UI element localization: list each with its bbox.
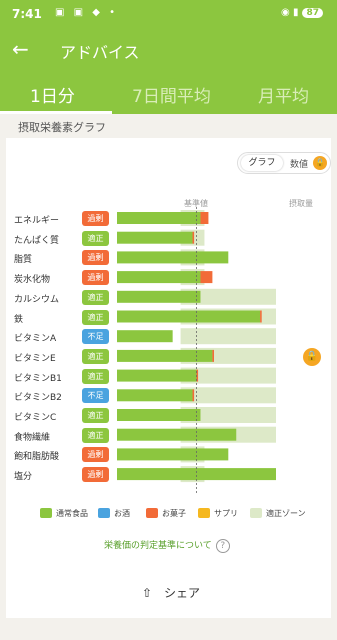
bar-segment bbox=[192, 231, 195, 244]
status-badge: 適正 bbox=[82, 427, 109, 443]
status-badge: 不足 bbox=[82, 388, 109, 404]
status-badge: 過剰 bbox=[82, 250, 109, 266]
nutrient-label: ビタミンB1 bbox=[14, 373, 62, 384]
bar-segment bbox=[117, 428, 237, 441]
appropriate-zone bbox=[180, 387, 276, 404]
question-icon[interactable]: ? bbox=[215, 538, 230, 553]
criteria-link-text[interactable]: 栄養価の判定基準について bbox=[104, 541, 212, 551]
legend-item: 通常食品 bbox=[40, 508, 88, 519]
legend-swatch bbox=[250, 508, 262, 518]
nutrient-label: 鉄 bbox=[14, 314, 24, 325]
legend-swatch bbox=[98, 508, 110, 518]
nutrient-label: ビタミンA bbox=[14, 334, 57, 345]
bar-segment bbox=[200, 271, 213, 284]
share-button[interactable]: ⇧ シェア bbox=[142, 584, 200, 601]
status-badge: 過剰 bbox=[82, 447, 109, 463]
legend-label: サプリ bbox=[214, 509, 238, 518]
bar-segment bbox=[117, 389, 193, 402]
legend-label: お酒 bbox=[114, 509, 130, 518]
bar-segment bbox=[260, 310, 262, 323]
nutrient-label: エネルギー bbox=[14, 216, 60, 226]
status-badge: 適正 bbox=[82, 309, 109, 325]
criteria-link[interactable]: 栄養価の判定基準について? bbox=[104, 538, 230, 553]
status-badge: 適正 bbox=[82, 408, 109, 423]
share-label: シェア bbox=[164, 586, 201, 600]
share-icon: ⇧ bbox=[142, 586, 153, 600]
bar-segment bbox=[117, 468, 276, 481]
bar-segment bbox=[117, 330, 173, 343]
status-badge: 適正 bbox=[82, 289, 109, 305]
bar-segment bbox=[117, 271, 201, 284]
legend-item: 適正ゾーン bbox=[250, 508, 306, 519]
nutrient-label: ビタミンB2 bbox=[14, 393, 62, 404]
bar-segment bbox=[117, 349, 213, 362]
bar-segment bbox=[117, 409, 201, 421]
bar-segment bbox=[117, 310, 261, 323]
legend-label: 通常食品 bbox=[56, 509, 88, 518]
status-badge: 適正 bbox=[82, 230, 109, 246]
nutrient-label: 脂質 bbox=[14, 255, 33, 266]
nutrient-label: ビタミンC bbox=[14, 413, 57, 423]
legend-swatch bbox=[40, 508, 52, 518]
bar-segment bbox=[192, 389, 195, 402]
nutrient-label: 塩分 bbox=[14, 472, 33, 483]
nutrient-label: 飽和脂肪酸 bbox=[14, 452, 60, 463]
status-badge: 適正 bbox=[82, 348, 109, 364]
nutrient-label: たんぱく質 bbox=[14, 235, 60, 246]
legend-item: お酒 bbox=[98, 508, 130, 519]
nutrient-label: ビタミンE bbox=[14, 353, 56, 364]
legend-label: お菓子 bbox=[162, 509, 186, 518]
lock-icon[interactable]: 🔒 bbox=[303, 348, 321, 366]
legend-label: 適正ゾーン bbox=[266, 509, 306, 518]
status-badge: 過剰 bbox=[82, 467, 109, 483]
legend-swatch bbox=[198, 508, 210, 518]
appropriate-zone bbox=[180, 328, 276, 345]
nutrient-label: 食物繊維 bbox=[14, 432, 51, 443]
bar-segment bbox=[117, 369, 197, 382]
bar-segment bbox=[117, 448, 229, 461]
bar-segment bbox=[117, 251, 229, 264]
legend-item: お菓子 bbox=[146, 508, 186, 519]
bar-segment bbox=[200, 212, 209, 224]
legend-swatch bbox=[146, 508, 158, 518]
bar-segment bbox=[212, 349, 214, 362]
status-badge: 過剰 bbox=[82, 270, 109, 286]
status-badge: 適正 bbox=[82, 368, 109, 384]
nutrient-label: カルシウム bbox=[14, 294, 60, 305]
status-badge: 過剰 bbox=[82, 211, 109, 226]
bar-segment bbox=[117, 290, 201, 303]
bar-segment bbox=[117, 212, 201, 224]
legend-item: サプリ bbox=[198, 508, 238, 519]
status-badge: 不足 bbox=[82, 329, 109, 345]
bar-segment bbox=[117, 231, 193, 244]
nutrient-label: 炭水化物 bbox=[14, 275, 51, 286]
